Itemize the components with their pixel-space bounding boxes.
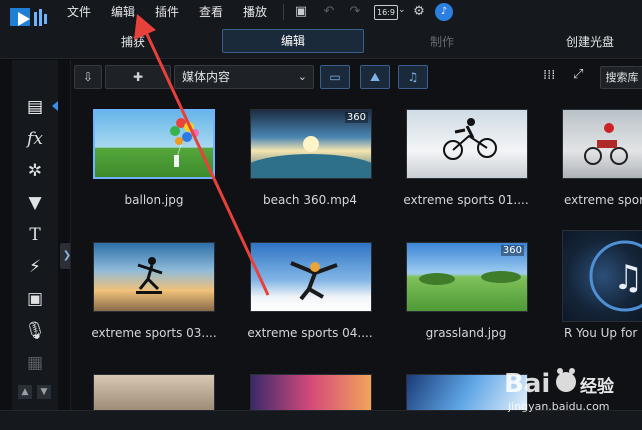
undo-icon[interactable]: ↶ — [320, 4, 338, 20]
thumb-extreme-02[interactable] — [562, 109, 642, 179]
redo-icon[interactable]: ↷ — [346, 4, 364, 20]
grid-view-icon[interactable]: ⁞⁞⁞ — [543, 68, 555, 83]
thumb-caption: beach 360.mp4 — [262, 193, 358, 207]
thumb-ballon[interactable] — [93, 109, 215, 179]
import-icon[interactable]: ⇩ — [74, 65, 102, 89]
scroll-up-icon[interactable]: ▲ — [18, 385, 32, 399]
menu-plugins[interactable]: 插件 — [155, 3, 179, 20]
search-library-button[interactable]: 搜索库 — [600, 66, 642, 89]
thumb-beach-360[interactable]: 360 — [250, 109, 372, 179]
badge-360: 360 — [344, 112, 368, 123]
save-icon[interactable]: ▣ — [292, 4, 310, 20]
menu-file[interactable]: 文件 — [67, 3, 91, 20]
plugin-puzzle-icon[interactable]: ✚ — [105, 65, 171, 89]
balloons-image — [170, 118, 199, 167]
svg-text:Bai: Bai — [504, 369, 550, 399]
thumb-caption: extreme sports — [564, 193, 642, 207]
thumb-row3-2[interactable] — [250, 374, 372, 412]
thumb-extreme-01[interactable] — [406, 109, 528, 179]
svg-text:♫: ♫ — [613, 258, 642, 298]
chevron-down-icon: ⌄ — [297, 70, 307, 83]
transition-icon[interactable]: ⚡ — [20, 254, 50, 280]
library-dropdown[interactable]: 媒体内容 ⌄ — [174, 65, 314, 89]
bmx-image — [443, 118, 497, 160]
paint-icon[interactable]: ▼ — [20, 190, 50, 216]
filter-video-icon[interactable]: ▭ — [320, 65, 350, 89]
thumb-caption: ballon.jpg — [124, 193, 184, 207]
thumb-music[interactable]: ♫ — [562, 230, 642, 322]
skydiver-image — [290, 261, 338, 301]
skateboard-image — [136, 257, 163, 294]
tab-edit[interactable]: 编辑 — [222, 29, 364, 53]
dropdown-value: 媒体内容 — [182, 70, 231, 84]
tab-capture[interactable]: 捕获 — [121, 33, 145, 50]
thumb-extreme-04[interactable] — [250, 242, 372, 312]
watermark: Bai 经验 jingyan.baidu.com — [500, 360, 640, 420]
motocross-image — [584, 123, 628, 165]
chevron-down-icon[interactable]: ⌄ — [398, 5, 406, 15]
active-indicator-icon — [52, 101, 58, 111]
watermark-url: jingyan.baidu.com — [508, 400, 610, 413]
media-room-icon[interactable]: ▤ — [20, 94, 50, 120]
menu-divider — [283, 4, 284, 20]
expand-icon[interactable]: ⤢ — [573, 67, 583, 82]
thumb-grassland[interactable]: 360 — [406, 242, 528, 312]
badge-360: 360 — [500, 245, 524, 256]
tab-create-disc[interactable]: 创建光盘 — [566, 33, 614, 50]
menu-edit[interactable]: 编辑 — [111, 3, 135, 20]
fx-icon[interactable]: fx — [20, 126, 50, 152]
thumb-caption: extreme sports 03.... — [91, 326, 217, 340]
microphone-icon[interactable]: 🎙 — [20, 318, 50, 344]
filter-music-icon[interactable]: ♫ — [398, 65, 428, 89]
thumb-extreme-03[interactable] — [93, 242, 215, 312]
thumb-caption: extreme sports 01.... — [403, 193, 529, 207]
filter-image-icon[interactable]: ⛰ — [360, 65, 390, 89]
subtitle-icon[interactable]: ▦ — [20, 350, 50, 376]
aspect-ratio-button[interactable]: 16:9 — [374, 5, 398, 20]
tab-produce[interactable]: 制作 — [430, 33, 454, 50]
menu-play[interactable]: 播放 — [243, 3, 267, 20]
settings-gear-icon[interactable]: ⚙ — [410, 4, 428, 20]
music-note-icon: ♫ — [589, 240, 642, 312]
pip-icon[interactable]: ▣ — [20, 286, 50, 312]
scroll-down-icon[interactable]: ▼ — [37, 385, 51, 399]
watermark-brand: 经验 — [580, 377, 614, 397]
thumb-caption: grassland.jpg — [425, 326, 507, 340]
thumb-caption: R You Up for — [564, 326, 638, 340]
thumb-row3-1[interactable] — [93, 374, 215, 412]
particle-icon[interactable]: ✲ — [20, 158, 50, 184]
thumb-caption: extreme sports 04.... — [247, 326, 373, 340]
notification-bell-icon[interactable]: ♪ — [435, 3, 453, 21]
menu-view[interactable]: 查看 — [199, 3, 223, 20]
title-text-icon[interactable]: T — [20, 222, 50, 248]
